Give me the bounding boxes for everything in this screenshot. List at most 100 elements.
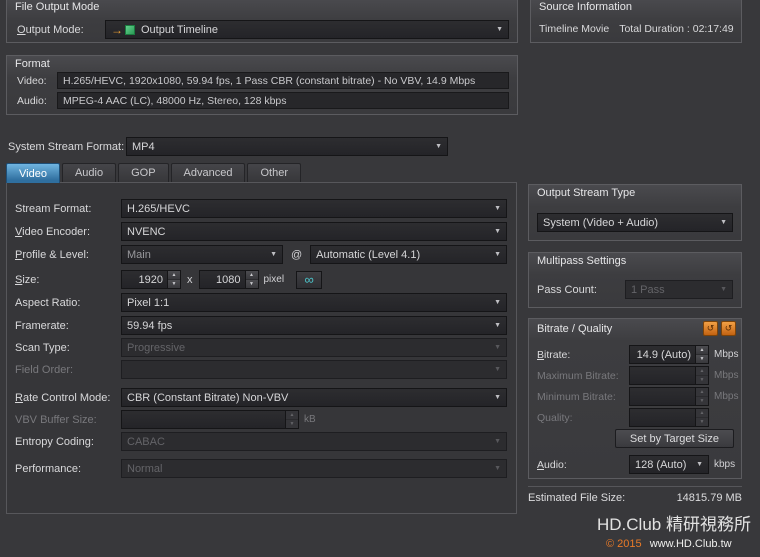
vbv-buffer-size-value xyxy=(122,411,285,428)
group-title: Format xyxy=(15,58,50,70)
vbv-buffer-size-stepper: ▲ ▼ xyxy=(121,410,299,429)
chevron-down-icon: ▼ xyxy=(435,143,442,150)
spin-buttons: ▲ ▼ xyxy=(695,409,708,426)
spin-down-icon: ▼ xyxy=(696,417,708,426)
height-stepper[interactable]: 1080 ▲ ▼ xyxy=(199,270,259,289)
profile-select[interactable]: Main ▼ xyxy=(121,245,283,264)
output-mode-label: Output Mode: xyxy=(17,24,105,36)
settings-tabbar: Video Audio GOP Advanced Other xyxy=(6,163,301,183)
field-order-label: Field Order: xyxy=(15,364,121,376)
source-information-group: Source Information Timeline Movie Total … xyxy=(530,0,742,43)
multipass-settings-group: Multipass Settings Pass Count: 1 Pass ▼ xyxy=(528,252,742,308)
height-value: 1080 xyxy=(200,271,245,288)
tab-video[interactable]: Video xyxy=(6,163,60,183)
maximum-bitrate-stepper: ▲ ▼ xyxy=(629,366,709,385)
rate-control-mode-label: Rate Control Mode: xyxy=(15,392,121,404)
pass-count-value: 1 Pass xyxy=(631,284,715,296)
spin-up-icon: ▲ xyxy=(286,411,298,419)
tab-advanced[interactable]: Advanced xyxy=(171,163,246,182)
tab-other[interactable]: Other xyxy=(247,163,301,182)
pixel-unit: pixel xyxy=(264,274,285,285)
entropy-coding-value: CABAC xyxy=(127,436,489,448)
width-value: 1920 xyxy=(122,271,167,288)
output-mode-select[interactable]: → Output Timeline ▼ xyxy=(105,20,509,39)
kb-unit: kB xyxy=(304,414,316,425)
chevron-down-icon: ▼ xyxy=(494,394,501,401)
bitrate-row: Bitrate: 14.9 (Auto) ▲ ▼ Mbps xyxy=(537,345,737,364)
stream-format-select[interactable]: H.265/HEVC ▼ xyxy=(121,199,507,218)
output-mode-value: Output Timeline xyxy=(141,24,491,36)
vbv-buffer-size-label: VBV Buffer Size: xyxy=(15,414,121,426)
entropy-coding-select: CABAC ▼ xyxy=(121,432,507,451)
aspect-ratio-select[interactable]: Pixel 1:1 ▼ xyxy=(121,293,507,312)
minimum-bitrate-stepper: ▲ ▼ xyxy=(629,387,709,406)
mbps-unit: Mbps xyxy=(714,370,738,381)
audio-bitrate-value: 128 (Auto) xyxy=(635,459,691,471)
group-title: Multipass Settings xyxy=(537,255,626,267)
level-value: Automatic (Level 4.1) xyxy=(316,249,489,261)
file-output-mode-group: File Output Mode Output Mode: → Output T… xyxy=(6,0,518,43)
rate-control-mode-select[interactable]: CBR (Constant Bitrate) Non-VBV ▼ xyxy=(121,388,507,407)
minimum-bitrate-label: Minimum Bitrate: xyxy=(537,391,629,403)
scan-type-value: Progressive xyxy=(127,342,489,354)
spin-down-icon: ▼ xyxy=(286,419,298,428)
maximum-bitrate-row: Maximum Bitrate: ▲ ▼ Mbps xyxy=(537,366,737,385)
infinity-link-icon: ∞ xyxy=(304,273,313,286)
video-encoder-select[interactable]: NVENC ▼ xyxy=(121,222,507,241)
output-stream-type-select[interactable]: System (Video + Audio) ▼ xyxy=(537,213,733,232)
spin-up-icon[interactable]: ▲ xyxy=(696,346,708,354)
spin-up-icon[interactable]: ▲ xyxy=(246,271,258,279)
output-stream-type-value: System (Video + Audio) xyxy=(543,217,715,229)
chevron-down-icon: ▼ xyxy=(720,219,727,226)
source-name: Timeline Movie xyxy=(539,23,609,35)
profile-level-label: Profile & Level: xyxy=(15,249,121,261)
maximum-bitrate-value xyxy=(630,367,695,384)
aspect-ratio-value: Pixel 1:1 xyxy=(127,297,489,309)
size-label: Size: xyxy=(15,274,121,286)
quality-row: Quality: ▲ ▼ xyxy=(537,408,737,427)
audio-bitrate-select[interactable]: 128 (Auto) ▼ xyxy=(629,455,709,474)
chevron-down-icon: ▼ xyxy=(494,228,501,235)
bitrate-stepper[interactable]: 14.9 (Auto) ▲ ▼ xyxy=(629,345,709,364)
kbps-unit: kbps xyxy=(714,459,735,470)
apply-bitrate-settings-icon[interactable]: ↺ xyxy=(703,321,718,336)
chevron-down-icon: ▼ xyxy=(270,251,277,258)
tab-audio[interactable]: Audio xyxy=(62,163,116,182)
rate-control-mode-row: Rate Control Mode: CBR (Constant Bitrate… xyxy=(15,388,507,407)
spin-down-icon[interactable]: ▼ xyxy=(246,279,258,288)
stream-format-value: H.265/HEVC xyxy=(127,203,489,215)
size-row: Size: 1920 ▲ ▼ x 1080 ▲ ▼ pixel ∞ xyxy=(15,270,507,289)
framerate-value: 59.94 fps xyxy=(127,320,489,332)
lock-aspect-link-button[interactable]: ∞ xyxy=(296,271,322,289)
entropy-coding-row: Entropy Coding: CABAC ▼ xyxy=(15,432,507,451)
stream-format-row: Stream Format: H.265/HEVC ▼ xyxy=(15,199,507,218)
bitrate-value: 14.9 (Auto) xyxy=(630,346,695,363)
system-stream-format-select[interactable]: MP4 ▼ xyxy=(126,137,448,156)
output-stream-type-group: Output Stream Type System (Video + Audio… xyxy=(528,184,742,241)
spin-buttons: ▲ ▼ xyxy=(695,367,708,384)
estimated-file-size-label: Estimated File Size: xyxy=(528,492,625,504)
scan-type-row: Scan Type: Progressive ▼ xyxy=(15,338,507,357)
reset-bitrate-settings-icon[interactable]: ↺ xyxy=(721,321,736,336)
aspect-ratio-label: Aspect Ratio: xyxy=(15,297,121,309)
width-stepper[interactable]: 1920 ▲ ▼ xyxy=(121,270,181,289)
bitrate-quality-group: Bitrate / Quality ↺ ↺ Bitrate: 14.9 (Aut… xyxy=(528,318,742,479)
spin-buttons: ▲ ▼ xyxy=(285,411,298,428)
chevron-down-icon: ▼ xyxy=(494,465,501,472)
mbps-unit: Mbps xyxy=(714,349,738,360)
video-encoder-value: NVENC xyxy=(127,226,489,238)
system-stream-format-row: System Stream Format: MP4 ▼ xyxy=(8,137,518,156)
chevron-down-icon: ▼ xyxy=(696,461,703,468)
spin-buttons: ▲ ▼ xyxy=(695,346,708,363)
spin-up-icon[interactable]: ▲ xyxy=(168,271,180,279)
tab-gop[interactable]: GOP xyxy=(118,163,168,182)
chevron-down-icon: ▼ xyxy=(494,438,501,445)
spin-down-icon[interactable]: ▼ xyxy=(696,354,708,363)
chevron-down-icon: ▼ xyxy=(720,286,727,293)
level-select[interactable]: Automatic (Level 4.1) ▼ xyxy=(310,245,507,264)
total-duration: Total Duration : 02:17:49 xyxy=(619,23,733,35)
set-by-target-size-button[interactable]: Set by Target Size xyxy=(615,429,734,448)
framerate-select[interactable]: 59.94 fps ▼ xyxy=(121,316,507,335)
audio-bitrate-label: Audio: xyxy=(537,459,629,471)
spin-down-icon[interactable]: ▼ xyxy=(168,279,180,288)
